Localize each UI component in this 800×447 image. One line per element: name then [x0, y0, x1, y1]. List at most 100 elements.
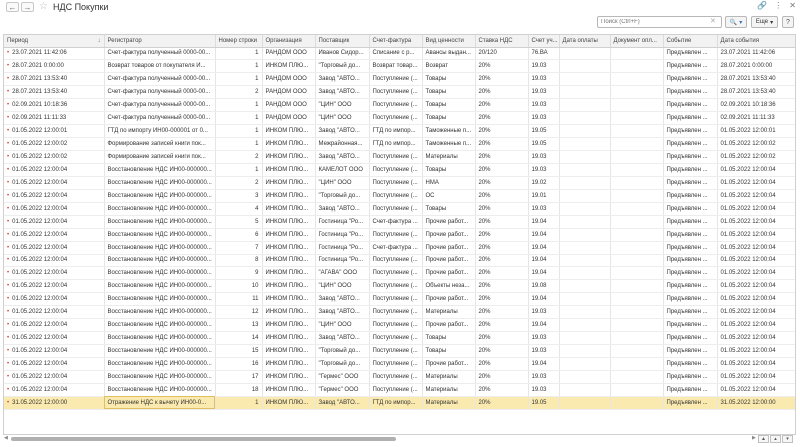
table-row[interactable]: • 23.07.2021 11:42:06 Счет-фактура получен… — [4, 47, 795, 61]
scrollbar-thumb[interactable] — [11, 437, 396, 441]
cell-value: 01.05.2022 12:00:02 — [12, 153, 68, 160]
cell-value: "Гермес" ООО — [318, 386, 359, 393]
table-cell: 1 — [215, 98, 263, 113]
scroll-up-button[interactable]: ▴ — [770, 435, 781, 443]
table-cell: 15 — [215, 344, 263, 358]
column-header[interactable]: Событие — [663, 35, 718, 48]
table-row[interactable]: • 01.05.2022 12:00:01 ГТД по импорту ИН00-… — [4, 124, 795, 139]
table-cell: 1 — [215, 47, 263, 61]
forward-button[interactable]: → — [21, 2, 34, 12]
cell-value: 01.05.2022 12:00:04 — [720, 205, 776, 212]
table-cell: 28.07.2021 13:53:40 — [717, 72, 795, 87]
column-header[interactable]: Организация — [262, 35, 316, 48]
cell-value: Формирование записей книги пок... — [107, 141, 206, 148]
more-options-icon[interactable]: ⋮ — [774, 1, 782, 10]
table-row[interactable]: • 28.07.2021 13:53:40 Счет-фактура получен… — [4, 72, 795, 87]
sort-arrow-icon[interactable]: ↓ — [98, 38, 101, 44]
cell-value: 13 — [251, 322, 259, 329]
table-row[interactable]: • 01.05.2022 12:00:04 Восстановление НДС И… — [4, 228, 795, 242]
scrollbar-track[interactable] — [11, 437, 751, 441]
table-row[interactable]: • 01.05.2022 12:00:04 Восстановление НДС И… — [4, 383, 795, 397]
cell-value: Товары — [425, 89, 447, 96]
table-row[interactable]: • 01.05.2022 12:00:04 Восстановление НДС И… — [4, 241, 795, 255]
cell-value: 20% — [478, 283, 491, 290]
favorite-star-icon[interactable]: ☆ — [39, 2, 48, 12]
cell-value: 10 — [251, 283, 259, 290]
table-row[interactable]: • 02.09.2021 11:11:33 Счет-фактура получен… — [4, 111, 795, 126]
cell-value: 1 — [255, 115, 259, 122]
cell-value: Материалы — [425, 373, 458, 380]
table-row[interactable]: • 28.07.2021 13:53:40 Счет-фактура получен… — [4, 85, 795, 100]
horizontal-scrollbar[interactable]: ◀ ▶ ▲ ▴ ▾ — [3, 435, 796, 443]
table-row[interactable]: • 01.05.2022 12:00:04 Восстановление НДС И… — [4, 176, 795, 190]
cell-value: 19.01 — [531, 192, 547, 199]
cell-value: 20% — [478, 205, 491, 212]
clear-search-icon[interactable]: ✕ — [710, 17, 716, 25]
table-row[interactable]: • 01.05.2022 12:00:04 Восстановление НДС И… — [4, 202, 795, 216]
table-row[interactable]: • 01.05.2022 12:00:02 Формирование записей… — [4, 150, 795, 164]
table-row[interactable]: • 31.05.2022 12:00:00 Отражение НДС к выче… — [4, 396, 795, 410]
table-row[interactable]: • 01.05.2022 12:00:02 Формирование записей… — [4, 137, 795, 151]
table-cell: • 01.05.2022 12:00:02 — [4, 137, 105, 151]
search-input[interactable] — [597, 16, 722, 28]
table-row[interactable]: • 01.05.2022 12:00:04 Восстановление НДС И… — [4, 266, 795, 281]
table-row[interactable]: • 01.05.2022 12:00:04 Восстановление НДС И… — [4, 215, 795, 229]
table-cell — [610, 47, 664, 61]
table-row[interactable]: • 01.05.2022 12:00:04 Восстановление НДС И… — [4, 189, 795, 203]
table-row[interactable]: • 01.05.2022 12:00:04 Восстановление НДС И… — [4, 344, 795, 358]
cell-value: 2 — [255, 89, 259, 96]
table-row[interactable]: • 01.05.2022 12:00:04 Восстановление НДС И… — [4, 292, 795, 307]
table-row[interactable]: • 01.05.2022 12:00:04 Восстановление НДС И… — [4, 254, 795, 268]
scroll-right-icon[interactable]: ▶ — [752, 435, 756, 441]
table-row[interactable]: • 28.07.2021 0:00:00 Возврат товаров от по… — [4, 59, 795, 74]
column-header[interactable]: Регистратор — [104, 35, 216, 48]
table-cell: Счет-фактура полученный 0000-00... — [104, 111, 216, 126]
table-row[interactable]: • 01.05.2022 12:00:04 Восстановление НДС И… — [4, 318, 795, 333]
table-cell: 02.09.2021 10:18:36 — [717, 98, 795, 113]
column-header[interactable]: Счет уч... — [528, 35, 560, 48]
table-row[interactable]: • 01.05.2022 12:00:04 Восстановление НДС И… — [4, 279, 795, 294]
cell-value: 20% — [478, 399, 491, 406]
cell-value: Прочие работ... — [425, 270, 469, 277]
table-cell: • 01.05.2022 12:00:04 — [4, 331, 105, 346]
column-header[interactable]: Документ опл... — [610, 35, 664, 48]
column-header[interactable]: Поставщик — [315, 35, 370, 48]
table-row[interactable]: • 01.05.2022 12:00:04 Восстановление НДС И… — [4, 357, 795, 371]
table-row[interactable]: • 01.05.2022 12:00:04 Восстановление НДС И… — [4, 163, 795, 177]
table-row[interactable]: • 02.09.2021 10:18:36 Счет-фактура получен… — [4, 98, 795, 113]
table-row[interactable]: • 01.05.2022 12:00:04 Восстановление НДС И… — [4, 331, 795, 346]
table-row[interactable]: • 01.05.2022 12:00:04 Восстановление НДС И… — [4, 370, 795, 384]
data-table[interactable]: Период ↓ Регистратор Номер строки Организаци… — [3, 34, 796, 435]
cell-value: 19.04 — [531, 257, 547, 264]
cell-value: Предъявлен ... — [666, 153, 708, 160]
column-header[interactable]: Дата события — [717, 35, 795, 48]
back-button[interactable]: ← — [6, 2, 19, 12]
scroll-down-button[interactable]: ▾ — [782, 435, 793, 443]
help-button[interactable]: ? — [782, 16, 794, 28]
cell-value: 1 — [255, 141, 259, 148]
column-header[interactable]: Счет-фактура — [369, 35, 423, 48]
search-button[interactable]: 🔍 ▾ — [725, 16, 747, 28]
table-cell: 10 — [215, 279, 263, 294]
close-icon[interactable]: ✕ — [789, 1, 796, 10]
column-header[interactable]: Дата оплаты — [559, 35, 611, 48]
column-header[interactable]: Номер строки — [215, 35, 263, 48]
column-header[interactable]: Вид ценности — [422, 35, 476, 48]
column-header[interactable]: Период ↓ — [4, 35, 105, 48]
table-cell — [610, 215, 664, 229]
table-cell: Поступление (... — [369, 176, 423, 190]
scroll-left-icon[interactable]: ◀ — [4, 435, 8, 441]
column-header[interactable]: Ставка НДС — [475, 35, 529, 48]
table-cell: 01.05.2022 12:00:04 — [717, 228, 795, 242]
table-row[interactable]: • 01.05.2022 12:00:04 Восстановление НДС И… — [4, 305, 795, 320]
column-header-label: Ставка НДС — [478, 37, 513, 44]
cell-value: 20% — [478, 115, 491, 122]
cell-value: 02.09.2021 11:11:33 — [12, 115, 67, 122]
cell-value: Предъявлен ... — [666, 50, 708, 57]
cell-value: Товары — [425, 76, 447, 83]
more-button[interactable]: Еще ▾ — [751, 16, 778, 28]
scroll-to-top-button[interactable]: ▲ — [758, 435, 769, 443]
link-icon[interactable]: 🔗 — [757, 1, 767, 10]
cell-value: 7 — [255, 244, 259, 251]
table-cell: 01.05.2022 12:00:04 — [717, 202, 795, 216]
